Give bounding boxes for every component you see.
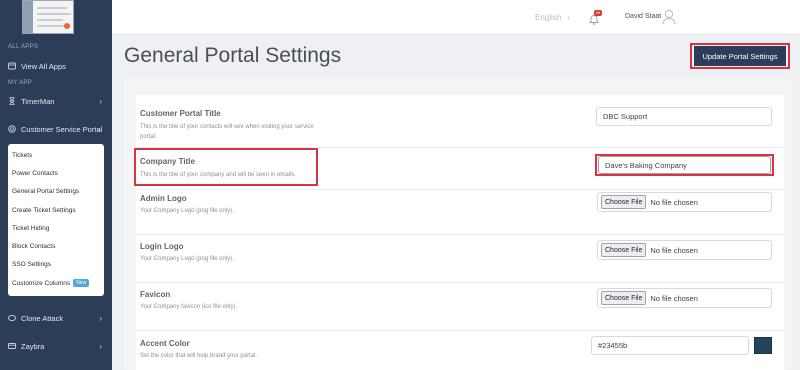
favicon-file-input[interactable]: Choose File No file chosen [597,288,772,308]
submenu-item-sso-settings[interactable]: SSO Settings [12,261,51,268]
submenu-item-ticket-hiding[interactable]: Ticket Hiding [12,225,49,232]
company-title-description: This is the title of your company and wi… [140,172,297,178]
submenu-item-general-portal-settings[interactable]: General Portal Settings [12,188,79,195]
hourglass-icon [8,97,16,105]
nav-customer-service-portal-label: Customer Service Portal [21,124,103,134]
accent-color-label: Accent Color [140,339,190,348]
language-selector[interactable]: English › [535,13,570,22]
section-my-app: MY APP [8,80,33,86]
login-logo-file-input[interactable]: Choose File No file chosen [597,240,772,260]
submenu-item-create-ticket-settings[interactable]: Create Ticket Settings [12,207,76,214]
login-logo-choose-file-button[interactable]: Choose File [601,243,647,257]
nav-view-all-apps-label: View All Apps [21,61,66,71]
customer-portal-title-input[interactable]: DBC Support [596,107,772,126]
submenu-item-block-contacts[interactable]: Block Contacts [12,243,55,250]
thumbnail-line [37,7,67,9]
new-badge: New [73,279,90,287]
notification-badge: 49 [594,10,602,16]
avatar[interactable] [662,9,676,25]
admin-logo-description: Your Company Logo (png file only). [140,208,234,214]
thumbnail-line [37,13,71,15]
admin-logo-file-input[interactable]: Choose File No file chosen [597,192,772,212]
nav-clone-attack-label: Clone Attack [21,313,64,323]
card-icon [8,342,16,350]
accent-color-input[interactable]: #23455b [591,336,749,355]
customer-portal-title-label: Customer Portal Title [140,109,221,118]
nav-clone-attack[interactable]: Clone Attack › [0,309,112,327]
admin-logo-choose-file-button[interactable]: Choose File [601,195,647,209]
admin-logo-file-status: No file chosen [650,197,698,207]
app-thumbnail[interactable] [22,0,74,34]
chevron-right-icon: › [99,96,102,106]
submenu-item-customize-columns-label: Customize Columns [12,280,71,287]
section-all-apps: ALL APPS [8,44,39,50]
language-label: English [535,13,562,22]
portal-submenu [8,144,104,296]
thumbnail-dot [64,23,70,29]
accent-color-description: Set the color that will help brand your … [140,353,258,359]
sidebar: ALL APPS View All Apps MY APP TimerMan ›… [0,0,112,370]
nav-view-all-apps[interactable]: View All Apps [0,57,112,75]
submenu-item-customize-columns[interactable]: Customize Columns New [12,279,90,287]
login-logo-label: Login Logo [140,242,184,251]
submenu-item-tickets[interactable]: Tickets [12,152,32,159]
favicon-label: Favicon [140,290,171,299]
thumbnail-bar [23,1,33,33]
admin-logo-label: Admin Logo [140,194,187,203]
company-title-input[interactable]: Dave's Baking Company [598,156,771,174]
company-title-label: Company Title [140,157,195,166]
chevron-down-icon: ⌄ [96,126,102,133]
nav-customer-service-portal[interactable]: Customer Service Portal ⌄ [0,120,112,138]
user-name[interactable]: David Staat [625,13,661,20]
login-logo-file-status: No file chosen [650,245,698,255]
top-bar [112,0,800,35]
accent-color-swatch[interactable] [754,337,772,354]
favicon-choose-file-button[interactable]: Choose File [601,291,647,305]
nav-timerman[interactable]: TimerMan › [0,92,112,110]
page-title: General Portal Settings [124,44,342,67]
login-logo-description: Your Company Logo (png file only). [140,256,234,262]
support-icon [8,125,16,133]
customer-portal-title-description: This is the title of your contacts will … [140,124,314,140]
grid-icon [8,62,16,70]
submenu-item-power-contacts[interactable]: Power Contacts [12,170,58,177]
chevron-right-icon: › [99,313,102,323]
favicon-file-status: No file chosen [650,293,698,303]
nav-timerman-label: TimerMan [21,96,55,106]
nav-zaybra[interactable]: Zaybra › [0,337,112,355]
thumbnail-line [37,19,63,21]
nav-zaybra-label: Zaybra [21,341,45,351]
chevron-right-icon: › [567,13,570,22]
clone-icon [8,314,16,322]
favicon-description: Your Company favicon (ico file only). [140,304,238,310]
chevron-right-icon: › [99,341,102,351]
highlight-box [134,148,318,186]
update-portal-settings-button[interactable]: Update Portal Settings [694,46,786,66]
